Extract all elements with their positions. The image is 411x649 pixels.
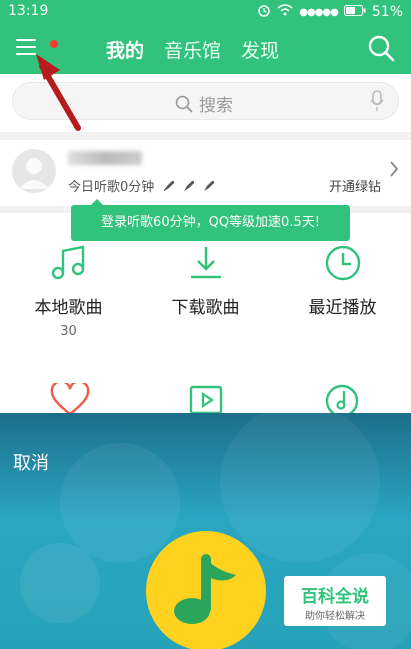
feature-grid: 本地歌曲 30 下载歌曲 最近播放	[0, 213, 411, 417]
tab-discover[interactable]: 发现	[241, 36, 279, 63]
video-play-icon[interactable]	[189, 385, 223, 415]
listen-time-text: 今日听歌0分钟	[68, 180, 155, 195]
battery-icon	[343, 4, 366, 20]
music-disc-icon[interactable]	[324, 383, 360, 417]
chevron-right-icon	[390, 161, 399, 177]
grid-label: 最近播放	[308, 298, 377, 318]
rocket-icons	[162, 179, 216, 193]
profile-row[interactable]: 今日听歌0分钟 开通绿钻	[0, 140, 411, 206]
grid-item-recent[interactable]: 最近播放	[274, 243, 411, 318]
search-section: 搜索	[0, 74, 411, 132]
rocket-icon	[204, 180, 215, 191]
cancel-button[interactable]: 取消	[13, 449, 49, 475]
local-song-count: 30	[60, 324, 77, 339]
status-icons: ●●●●● 51%	[257, 3, 403, 21]
toast-text: 登录听歌60分钟，QQ等级加速0.5天!	[101, 215, 320, 230]
battery-percent: 51%	[371, 4, 403, 20]
nav-bar: 我的 音乐馆 发现	[0, 24, 411, 74]
status-time: 13:19	[8, 3, 49, 19]
login-toast: 登录听歌60分钟，QQ等级加速0.5天!	[71, 199, 350, 241]
tab-music-hall[interactable]: 音乐馆	[164, 36, 221, 63]
grid-label: 下载歌曲	[171, 298, 240, 318]
grid-item-downloads[interactable]: 下载歌曲	[137, 243, 274, 318]
watermark-title: 百科全说	[301, 587, 369, 607]
signal-icon: ●●●●●	[299, 6, 339, 18]
status-bar: 13:19 ●●●●● 51%	[0, 0, 411, 24]
notification-dot	[50, 40, 58, 48]
open-green-diamond-link[interactable]: 开通绿钻	[329, 176, 381, 195]
alarm-icon	[257, 3, 271, 21]
heart-icon[interactable]	[50, 383, 90, 417]
avatar[interactable]	[12, 149, 56, 193]
tab-mine[interactable]: 我的	[106, 36, 144, 63]
microphone-icon[interactable]	[370, 90, 384, 112]
grid-label: 本地歌曲	[34, 298, 103, 318]
search-placeholder-group: 搜索	[175, 91, 233, 116]
search-placeholder: 搜索	[199, 96, 233, 116]
watermark-subtitle: 助你轻松解决	[305, 611, 365, 622]
watermark-badge: 百科全说 助你轻松解决	[284, 576, 386, 626]
rocket-icon	[163, 180, 175, 191]
wifi-icon	[277, 4, 293, 20]
listen-time-row: 今日听歌0分钟	[68, 176, 216, 195]
search-icon[interactable]	[367, 34, 395, 62]
search-input[interactable]: 搜索	[12, 82, 399, 120]
music-note-icon	[51, 245, 84, 280]
username-blurred	[68, 151, 142, 165]
login-overlay-panel: 取消 百科全说 助你轻松解决	[0, 413, 411, 649]
download-icon	[190, 247, 221, 279]
rocket-icon	[184, 180, 195, 191]
nav-tabs: 我的 音乐馆 发现	[106, 36, 279, 63]
clock-icon	[325, 245, 360, 281]
search-icon	[175, 95, 193, 112]
qq-music-logo	[146, 531, 266, 649]
grid-item-local-songs[interactable]: 本地歌曲 30	[0, 243, 137, 339]
menu-button[interactable]	[16, 36, 58, 58]
